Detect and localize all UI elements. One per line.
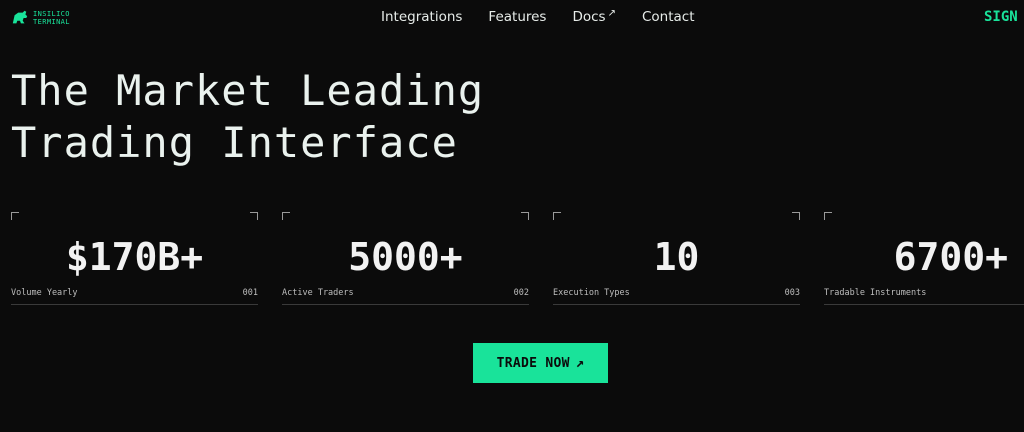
- hero-title: The Market Leading Trading Interface: [11, 65, 484, 169]
- corner-bracket: [282, 212, 290, 220]
- nav-item-label: Contact: [642, 9, 695, 25]
- nav-item-contact[interactable]: Contact: [642, 9, 695, 25]
- stat-card-instruments: 6700+ Tradable Instruments: [824, 212, 1024, 305]
- landing-page: INSILICO TERMINAL Integrations Features …: [0, 0, 1024, 432]
- trade-now-label: TRADE NOW: [496, 355, 570, 371]
- corner-bracket: [250, 212, 258, 220]
- nav-item-docs[interactable]: Docs ↗: [572, 8, 616, 26]
- stat-card-traders: 5000+ Active Traders 002: [282, 212, 529, 305]
- corner-bracket: [824, 212, 832, 220]
- brand-line2: TERMINAL: [33, 18, 70, 26]
- corner-bracket: [11, 212, 19, 220]
- nav-item-label: Docs: [572, 9, 606, 25]
- arrow-up-right-icon: ↗: [575, 355, 585, 371]
- external-link-icon: ↗: [607, 8, 616, 19]
- corner-bracket: [792, 212, 800, 220]
- corner-bracket: [553, 212, 561, 220]
- corner-bracket: [521, 212, 529, 220]
- stat-card-volume: $170B+ Volume Yearly 001: [11, 212, 258, 305]
- stat-card-execution: 10 Execution Types 003: [553, 212, 800, 305]
- stat-index: 002: [513, 288, 529, 298]
- stat-label: Execution Types: [553, 288, 630, 298]
- stat-value: 10: [653, 235, 700, 279]
- stat-index: 003: [784, 288, 800, 298]
- top-nav: Integrations Features Docs ↗ Contact: [381, 8, 695, 26]
- nav-item-label: Features: [488, 9, 547, 25]
- stat-label: Tradable Instruments: [824, 288, 927, 298]
- sign-in-button[interactable]: SIGN: [984, 9, 1018, 25]
- brand-line1: INSILICO: [33, 10, 70, 18]
- nav-item-features[interactable]: Features: [488, 9, 546, 25]
- stat-index: 001: [242, 288, 258, 298]
- stat-label: Active Traders: [282, 288, 354, 298]
- brand-logo[interactable]: INSILICO TERMINAL: [11, 9, 70, 27]
- nav-item-integrations[interactable]: Integrations: [381, 9, 462, 25]
- bull-icon: [12, 10, 28, 24]
- stat-value: $170B+: [65, 235, 204, 279]
- nav-item-label: Integrations: [381, 9, 463, 25]
- hero-title-line1: The Market Leading: [11, 66, 485, 115]
- trade-now-button[interactable]: TRADE NOW ↗: [473, 343, 608, 383]
- hero-title-line2: Trading Interface: [11, 118, 458, 167]
- brand-name: INSILICO TERMINAL: [33, 10, 70, 26]
- stat-label: Volume Yearly: [11, 288, 78, 298]
- stat-value: 6700+: [893, 235, 1008, 279]
- stat-value: 5000+: [348, 235, 463, 279]
